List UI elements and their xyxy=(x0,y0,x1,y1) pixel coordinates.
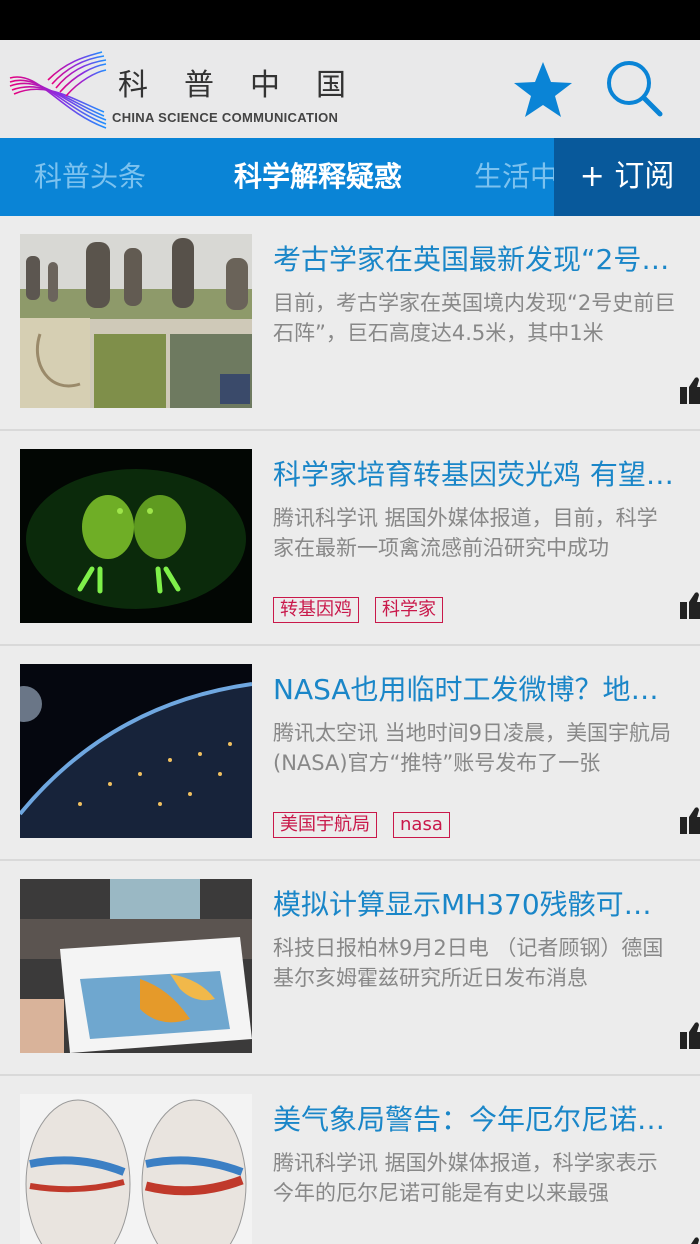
status-bar xyxy=(0,0,700,40)
category-tab-bar: 科普头条 科学解释疑惑 生活中 + 订阅 xyxy=(0,138,700,216)
article-tags: 转基因鸡 科学家 xyxy=(273,597,459,623)
star-icon xyxy=(514,62,572,117)
logo-wave-graphic xyxy=(9,51,107,129)
tag[interactable]: 转基因鸡 xyxy=(273,597,359,623)
article-thumbnail xyxy=(20,664,252,838)
article-summary: 腾讯科学讯 据国外媒体报道，目前，科学家在最新一项禽流感前沿研究中成功 xyxy=(273,506,658,560)
article-title[interactable]: 考古学家在英国最新发现“2号史前巨石阵” xyxy=(273,238,678,278)
article-thumbnail xyxy=(20,879,252,1053)
thumbs-up-icon xyxy=(680,377,700,404)
article-thumbnail xyxy=(20,1094,252,1244)
favorite-button[interactable] xyxy=(512,60,574,120)
logo-english-text: CHINA SCIENCE COMMUNICATION xyxy=(112,110,339,125)
tab-science-explained[interactable]: 科学解释疑惑 xyxy=(234,138,402,216)
thumbs-up-icon xyxy=(680,1022,700,1049)
tag[interactable]: 美国宇航局 xyxy=(273,812,377,838)
article-title[interactable]: 模拟计算显示MH370残骸可能漂至 xyxy=(273,883,678,923)
article-item[interactable]: 科学家培育转基因荧光鸡 有望抵御禽流感 腾讯科学讯 据国外媒体报道，目前，科学家… xyxy=(0,431,700,646)
app-logo[interactable]: 科普中国 CHINA SCIENCE COMMUNICATION xyxy=(8,50,358,130)
article-summary: 目前，考古学家在英国境内发现“2号史前巨石阵”，巨石高度达4.5米，其中1米 xyxy=(273,291,676,345)
article-summary: 腾讯科学讯 据国外媒体报道，科学家表示今年的厄尔尼诺可能是有史以来最强 xyxy=(273,1151,658,1205)
article-thumbnail xyxy=(20,234,252,408)
article-list: 考古学家在英国最新发现“2号史前巨石阵” 目前，考古学家在英国境内发现“2号史前… xyxy=(0,216,700,1244)
article-summary: 腾讯太空讯 当地时间9日凌晨，美国宇航局(NASA)官方“推特”账号发布了一张 xyxy=(273,721,672,775)
article-item[interactable]: NASA也用临时工发微博？地球夜景照 腾讯太空讯 当地时间9日凌晨，美国宇航局(… xyxy=(0,646,700,861)
logo-chinese-text: 科普中国 xyxy=(118,68,382,103)
article-title[interactable]: 美气象局警告：今年厄尔尼诺可能 xyxy=(273,1098,678,1138)
article-item[interactable]: 模拟计算显示MH370残骸可能漂至 科技日报柏林9月2日电 （记者顾钢）德国基尔… xyxy=(0,861,700,1076)
tag[interactable]: nasa xyxy=(393,812,450,838)
article-summary: 科技日报柏林9月2日电 （记者顾钢）德国基尔亥姆霍兹研究所近日发布消息 xyxy=(273,936,664,990)
article-title[interactable]: 科学家培育转基因荧光鸡 有望抵御禽流感 xyxy=(273,453,678,493)
article-item[interactable]: 考古学家在英国最新发现“2号史前巨石阵” 目前，考古学家在英国境内发现“2号史前… xyxy=(0,216,700,431)
thumbs-up-icon xyxy=(691,1237,699,1244)
subscribe-button[interactable]: + 订阅 xyxy=(554,138,700,216)
article-title[interactable]: NASA也用临时工发微博？地球夜景照 xyxy=(273,668,678,708)
search-icon xyxy=(607,61,663,117)
tab-headlines[interactable]: 科普头条 xyxy=(34,138,146,216)
search-button[interactable] xyxy=(604,58,666,120)
tab-life[interactable]: 生活中 xyxy=(474,138,558,216)
article-item[interactable]: 美气象局警告：今年厄尔尼诺可能 腾讯科学讯 据国外媒体报道，科学家表示今年的厄尔… xyxy=(0,1076,700,1244)
thumbs-up-icon xyxy=(680,592,700,619)
article-tags: 美国宇航局 nasa xyxy=(273,812,466,838)
tag[interactable]: 科学家 xyxy=(375,597,443,623)
article-thumbnail xyxy=(20,449,252,623)
thumbs-up-icon xyxy=(680,807,700,834)
app-header: 科普中国 CHINA SCIENCE COMMUNICATION xyxy=(0,40,700,138)
